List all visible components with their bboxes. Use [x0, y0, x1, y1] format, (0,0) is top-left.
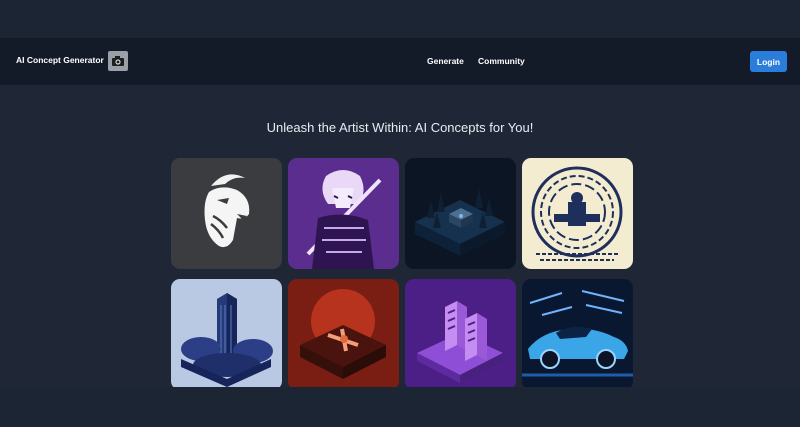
- brand-title[interactable]: AI Concept Generator: [16, 55, 104, 65]
- login-button[interactable]: Login: [750, 51, 787, 72]
- camera-icon[interactable]: [108, 51, 128, 71]
- gallery-item-anime-swordsman[interactable]: [288, 158, 399, 269]
- bottom-strip: [0, 387, 800, 427]
- gallery-item-forest-house[interactable]: [405, 158, 516, 269]
- nav-community[interactable]: Community: [478, 56, 525, 66]
- gallery-item-server-racks[interactable]: [405, 279, 516, 387]
- main-content: Unleash the Artist Within: AI Concepts f…: [0, 85, 800, 387]
- gallery-item-sports-car[interactable]: [522, 279, 633, 387]
- nav-generate[interactable]: Generate: [427, 56, 464, 66]
- navbar: AI Concept Generator Generate Community …: [0, 38, 800, 85]
- gallery-item-skyscraper-clouds[interactable]: [171, 279, 282, 387]
- top-strip: [0, 0, 800, 38]
- concept-gallery: [171, 158, 634, 387]
- gallery-item-circuit-maze[interactable]: [522, 158, 633, 269]
- page-heading: Unleash the Artist Within: AI Concepts f…: [266, 120, 534, 135]
- gallery-item-goat-head[interactable]: [171, 158, 282, 269]
- gallery-item-red-planet[interactable]: [288, 279, 399, 387]
